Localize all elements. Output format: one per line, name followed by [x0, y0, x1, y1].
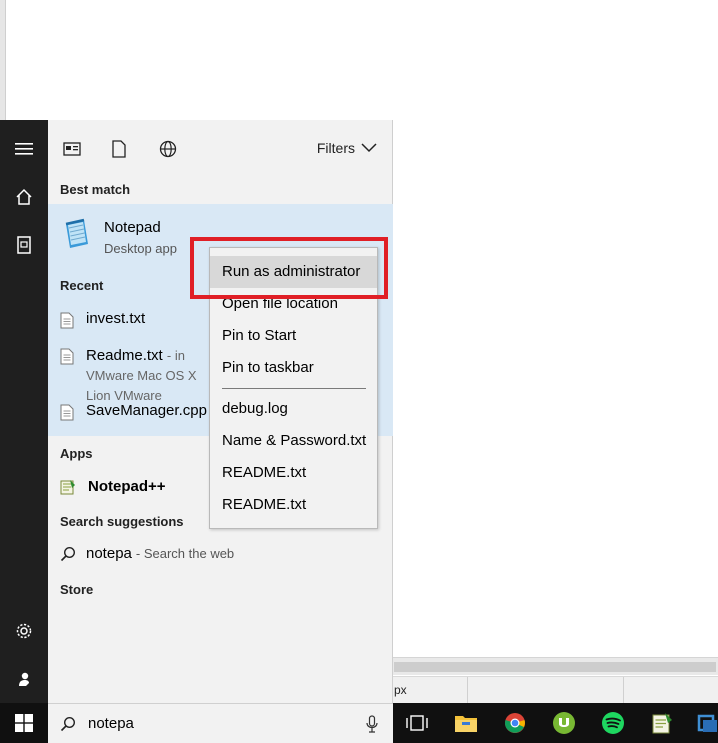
spotify-button[interactable]: [589, 703, 637, 743]
document-tower-icon: [17, 236, 31, 254]
notepad-plus-plus-icon: [652, 713, 672, 734]
menu-separator: [222, 388, 366, 389]
status-bar: px: [392, 676, 718, 704]
home-button[interactable]: [0, 173, 48, 221]
recent-item-name: Readme.txt: [86, 347, 163, 364]
hamburger-menu-button[interactable]: [0, 125, 48, 173]
status-cell: [468, 677, 624, 704]
window-edge: [0, 0, 6, 120]
notepad-icon: [65, 218, 88, 248]
recent-item[interactable]: invest.txt: [60, 310, 145, 329]
suggestion-query: notepa: [86, 545, 132, 562]
best-match-heading: Best match: [60, 182, 131, 197]
apps-filter-icon: [63, 142, 81, 156]
documents-button[interactable]: [0, 221, 48, 269]
task-view-icon: [406, 715, 428, 731]
horizontal-scrollbar[interactable]: [392, 657, 718, 675]
windows-logo-icon: [15, 714, 33, 732]
filter-documents-button[interactable]: [107, 138, 131, 160]
search-icon: [60, 546, 76, 561]
microphone-icon[interactable]: [366, 715, 378, 733]
globe-icon: [159, 140, 177, 158]
text-file-icon: [60, 404, 74, 421]
vmware-icon: [697, 714, 717, 732]
vmware-button[interactable]: [687, 703, 718, 743]
search-icon: [60, 716, 76, 732]
hamburger-icon: [15, 143, 33, 155]
start-rail: [0, 120, 48, 703]
scrollbar-thumb[interactable]: [394, 662, 716, 672]
menu-item-recent-file[interactable]: Name & Password.txt: [210, 425, 377, 457]
taskbar-search-input[interactable]: notepa: [88, 715, 134, 732]
spotify-icon: [602, 712, 624, 734]
taskbar: notepa: [0, 703, 718, 743]
menu-item-pin-to-taskbar[interactable]: Pin to taskbar: [210, 352, 377, 384]
filters-dropdown[interactable]: Filters: [317, 140, 377, 156]
status-text: px: [394, 683, 407, 697]
app-item-name: Notepad++: [88, 478, 166, 495]
utorrent-button[interactable]: [540, 703, 588, 743]
filter-apps-button[interactable]: [60, 138, 84, 160]
status-cell: [624, 677, 718, 704]
suggestion-hint: - Search the web: [135, 546, 235, 561]
file-explorer-button[interactable]: [442, 703, 490, 743]
recent-item-text: Readme.txt - in VMware Mac OS X Lion VMw…: [86, 346, 214, 406]
gear-icon: [16, 623, 32, 639]
status-cell: px: [392, 677, 468, 704]
best-match-title: Notepad: [104, 219, 161, 236]
filter-web-button[interactable]: [156, 138, 180, 160]
notepad-plus-plus-icon: [60, 480, 75, 495]
menu-item-recent-file[interactable]: debug.log: [210, 393, 377, 425]
filters-label: Filters: [316, 140, 355, 156]
apps-heading: Apps: [60, 446, 93, 461]
recent-heading: Recent: [60, 278, 104, 293]
home-icon: [16, 188, 32, 205]
folder-icon: [455, 716, 477, 732]
chrome-button[interactable]: [491, 703, 539, 743]
menu-item-pin-to-start[interactable]: Pin to Start: [210, 320, 377, 352]
text-file-icon: [60, 348, 74, 365]
recent-item[interactable]: Readme.txt - in VMware Mac OS X Lion VMw…: [60, 346, 214, 406]
web-suggestion[interactable]: notepa - Search the web: [60, 545, 234, 562]
utorrent-icon: [553, 712, 575, 734]
chevron-down-icon: [361, 143, 377, 153]
filter-bar: Filters: [48, 120, 393, 176]
start-button[interactable]: [0, 703, 48, 743]
recent-item-name: invest.txt: [86, 310, 146, 327]
menu-item-recent-file[interactable]: README.txt: [210, 489, 377, 521]
settings-button[interactable]: [0, 607, 48, 655]
callout-highlight-box: [190, 237, 388, 299]
task-view-button[interactable]: [393, 703, 441, 743]
app-item-notepad-plus-plus[interactable]: Notepad++: [60, 478, 166, 495]
recent-item[interactable]: SaveManager.cpp: [60, 402, 207, 421]
search-suggestions-heading: Search suggestions: [60, 514, 184, 529]
text-file-icon: [60, 312, 74, 329]
feedback-person-icon: [19, 672, 29, 686]
menu-item-recent-file[interactable]: README.txt: [210, 457, 377, 489]
feedback-button[interactable]: [0, 655, 48, 703]
chrome-icon: [505, 713, 525, 733]
store-heading: Store: [60, 582, 94, 597]
best-match-subtitle: Desktop app: [104, 241, 177, 256]
document-icon: [112, 140, 126, 158]
recent-item-name: SaveManager.cpp: [86, 402, 207, 419]
notepad-plus-plus-taskbar-button[interactable]: [638, 703, 686, 743]
taskbar-search-box[interactable]: notepa: [48, 703, 393, 743]
